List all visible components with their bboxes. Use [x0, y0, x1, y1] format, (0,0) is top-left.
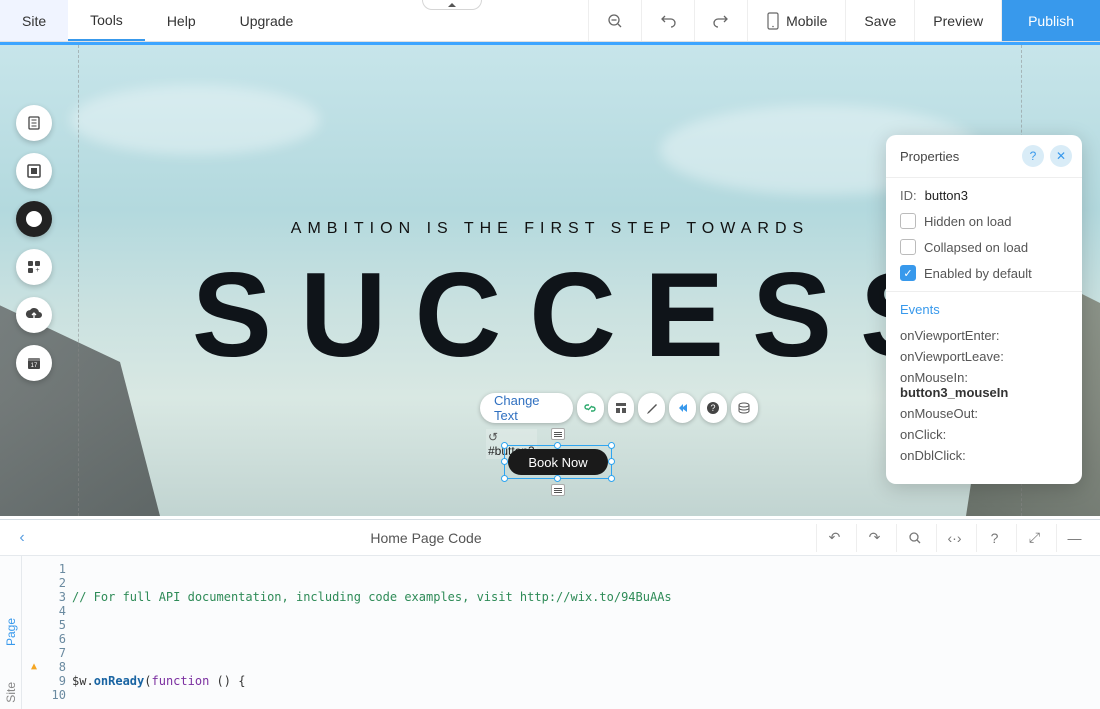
code-search-button[interactable] [896, 524, 932, 552]
element-edit-bar: Change Text ? [480, 393, 758, 423]
warning-icon[interactable]: ▲ [22, 660, 46, 674]
mobile-label: Mobile [786, 13, 827, 29]
code-redo-button[interactable]: ↷ [856, 524, 892, 552]
prop-collapsed-label: Collapsed on load [924, 240, 1028, 255]
resize-handle[interactable] [608, 475, 615, 482]
save-button[interactable]: Save [845, 0, 914, 41]
resize-handle[interactable] [501, 458, 508, 465]
resize-handle[interactable] [608, 458, 615, 465]
resize-handle[interactable] [501, 475, 508, 482]
code-maximize-button[interactable]: ⤢ [1016, 524, 1052, 552]
code-side-tabs: Page Site [0, 556, 22, 709]
apps-button[interactable]: + [16, 249, 52, 285]
event-click[interactable]: onClick: [900, 424, 1068, 445]
event-dblclick[interactable]: onDblClick: [900, 445, 1068, 466]
toolbar-actions: Mobile Save Preview Publish [588, 0, 1100, 41]
code-tab-site[interactable]: Site [4, 682, 18, 703]
prop-id-label: ID: [900, 188, 917, 203]
code-title: Home Page Code [40, 530, 812, 546]
zoom-out-button[interactable] [588, 0, 641, 41]
prop-id-value: button3 [925, 188, 968, 203]
prop-enabled-label: Enabled by default [924, 266, 1032, 281]
code-content[interactable]: // For full API documentation, including… [72, 556, 1100, 709]
background-button[interactable] [16, 153, 52, 189]
code-undo-button[interactable]: ↶ [816, 524, 852, 552]
link-button[interactable] [577, 393, 604, 423]
code-line-numbers: 12345678910 [46, 556, 72, 709]
mobile-toggle[interactable]: Mobile [747, 0, 845, 41]
prop-hidden-row[interactable]: Hidden on load [900, 213, 1068, 229]
change-text-button[interactable]: Change Text [480, 393, 573, 423]
code-toolbar: ‹ Home Page Code ↶ ↷ ‹·› ? ⤢ — [0, 520, 1100, 556]
code-editor[interactable]: Page Site ▲ 12345678910 // For full API … [0, 556, 1100, 709]
event-viewport-enter[interactable]: onViewportEnter: [900, 325, 1068, 346]
pages-button[interactable] [16, 105, 52, 141]
properties-header[interactable]: Properties ? ✕ [886, 135, 1082, 178]
prop-hidden-label: Hidden on load [924, 214, 1011, 229]
resize-handle[interactable] [554, 475, 561, 482]
undo-button[interactable] [641, 0, 694, 41]
properties-close-button[interactable]: ✕ [1050, 145, 1072, 167]
resize-handle[interactable] [554, 442, 561, 449]
menu-bar: Site Tools Help Upgrade [0, 0, 315, 41]
toolbar-center [315, 0, 588, 41]
checkbox-enabled[interactable]: ✓ [900, 265, 916, 281]
redo-icon [713, 13, 729, 29]
menu-site[interactable]: Site [0, 0, 68, 41]
resize-handle[interactable] [501, 442, 508, 449]
prop-id-row[interactable]: ID: button3 [900, 188, 1068, 203]
properties-title: Properties [900, 149, 959, 164]
design-button[interactable] [638, 393, 665, 423]
svg-text:+: + [35, 267, 39, 274]
left-toolbar: + 17 [16, 105, 52, 381]
undo-icon [660, 13, 676, 29]
properties-help-button[interactable]: ? [1022, 145, 1044, 167]
preview-button[interactable]: Preview [914, 0, 1001, 41]
layout-button[interactable] [608, 393, 635, 423]
data-button[interactable] [731, 393, 758, 423]
panel-tab-handle[interactable] [422, 0, 482, 10]
code-expand-horiz-button[interactable]: ‹·› [936, 524, 972, 552]
code-panel: ‹ Home Page Code ↶ ↷ ‹·› ? ⤢ — Page Site… [0, 519, 1100, 709]
menu-upgrade[interactable]: Upgrade [218, 0, 316, 41]
snap-handle-top[interactable] [551, 428, 565, 440]
code-gutter-indicators: ▲ [22, 556, 46, 709]
help-button[interactable]: ? [700, 393, 727, 423]
properties-panel: Properties ? ✕ ID: button3 Hidden on loa… [886, 135, 1082, 484]
code-help-button[interactable]: ? [976, 524, 1012, 552]
uploads-button[interactable] [16, 297, 52, 333]
book-now-button[interactable]: Book Now [508, 449, 608, 475]
svg-text:17: 17 [31, 363, 38, 369]
animation-button[interactable] [669, 393, 696, 423]
code-back-button[interactable]: ‹ [8, 529, 36, 547]
prop-collapsed-row[interactable]: Collapsed on load [900, 239, 1068, 255]
publish-button[interactable]: Publish [1001, 0, 1100, 41]
checkbox-collapsed[interactable] [900, 239, 916, 255]
event-mouse-out[interactable]: onMouseOut: [900, 403, 1068, 424]
menu-tools[interactable]: Tools [68, 0, 145, 41]
bookings-button[interactable]: 17 [16, 345, 52, 381]
code-tab-page[interactable]: Page [4, 618, 18, 646]
code-minimize-button[interactable]: — [1056, 524, 1092, 552]
svg-text:?: ? [711, 403, 716, 413]
editor-canvas[interactable]: AMBITION IS THE FIRST STEP TOWARDS SUCCE… [0, 42, 1100, 516]
snap-handle-bottom[interactable] [551, 484, 565, 496]
event-viewport-leave[interactable]: onViewportLeave: [900, 346, 1068, 367]
menu-help[interactable]: Help [145, 0, 218, 41]
prop-enabled-row[interactable]: ✓ Enabled by default [900, 265, 1068, 281]
add-element-button[interactable] [16, 201, 52, 237]
checkbox-hidden[interactable] [900, 213, 916, 229]
top-toolbar: Site Tools Help Upgrade Mobile Save Prev… [0, 0, 1100, 42]
zoom-out-icon [607, 13, 623, 29]
event-mouse-in[interactable]: onMouseIn: button3_mouseIn [900, 367, 1068, 403]
resize-handle[interactable] [608, 442, 615, 449]
events-section-title: Events [900, 302, 1068, 317]
mobile-icon [766, 12, 780, 30]
redo-button[interactable] [694, 0, 747, 41]
